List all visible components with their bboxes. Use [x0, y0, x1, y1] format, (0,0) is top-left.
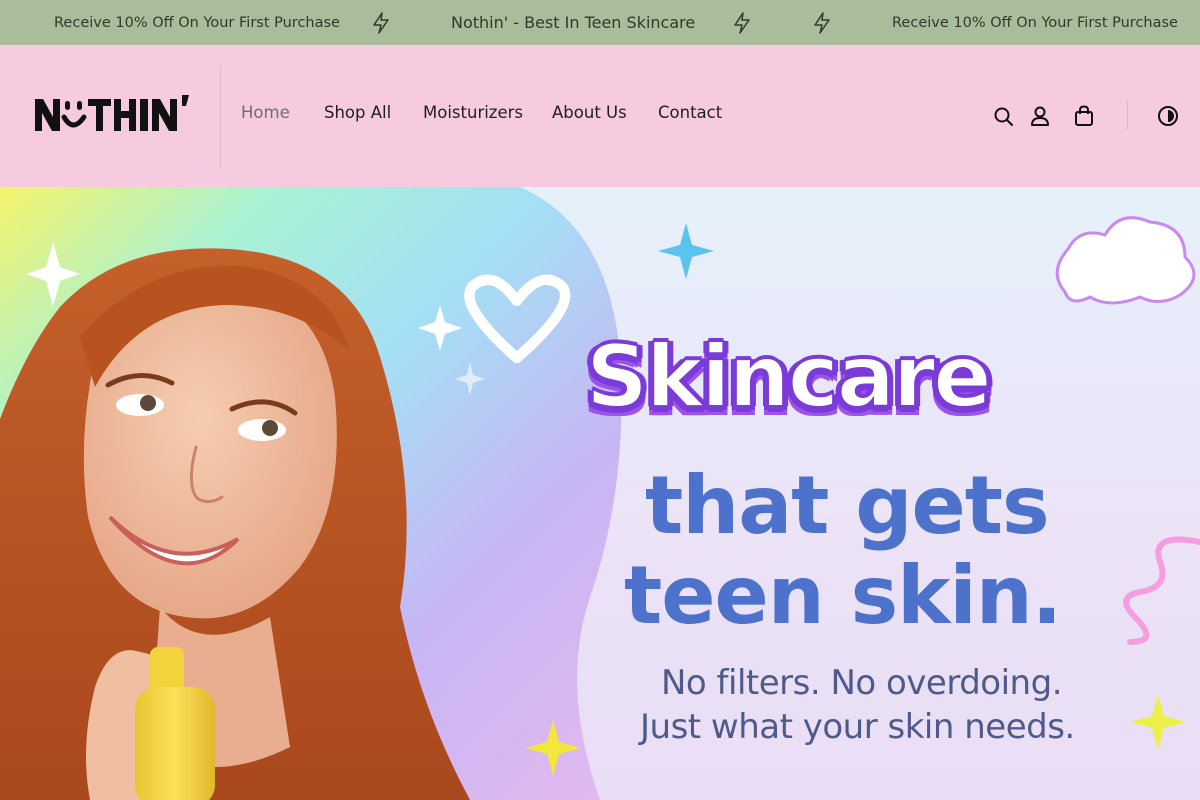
announcement-message: Receive 10% Off On Your First Purchase — [54, 14, 340, 31]
header-divider — [1127, 100, 1128, 130]
announcement-message: Receive 10% Off On Your First Purchase — [892, 14, 1178, 31]
logo-wordmark — [35, 95, 189, 131]
hero-subtext-1: No filters. No overdoing. — [661, 663, 1063, 703]
hero-banner[interactable]: Skincare that gets teen skin. No filters… — [0, 187, 1200, 800]
nav-moisturizers[interactable]: Moisturizers — [423, 103, 523, 122]
hero-line-2: that gets — [645, 459, 1050, 552]
theme-toggle-icon[interactable] — [1157, 105, 1179, 127]
nav-home[interactable]: Home — [241, 103, 290, 122]
lightning-bolt-icon — [373, 12, 389, 34]
lightning-bolt-icon — [734, 12, 750, 34]
hero-headline: Skincare — [585, 326, 993, 428]
nav-shop-all[interactable]: Shop All — [324, 103, 391, 122]
cart-icon[interactable] — [1073, 105, 1095, 127]
announcement-message: Nothin' - Best In Teen Skincare — [451, 13, 696, 32]
nav-contact[interactable]: Contact — [658, 103, 722, 122]
logo[interactable] — [33, 93, 193, 137]
account-icon[interactable] — [1029, 105, 1051, 127]
logo-divider — [220, 65, 221, 169]
nav-about-us[interactable]: About Us — [552, 103, 627, 122]
announcement-bar: Receive 10% Off On Your First Purchase N… — [0, 0, 1200, 45]
lightning-bolt-icon — [814, 12, 830, 34]
hero-subtext-2: Just what your skin needs. — [640, 707, 1075, 747]
site-header: Home Shop All Moisturizers About Us Cont… — [0, 45, 1200, 187]
hero-line-3: teen skin. — [624, 549, 1062, 642]
search-icon[interactable] — [992, 105, 1014, 127]
